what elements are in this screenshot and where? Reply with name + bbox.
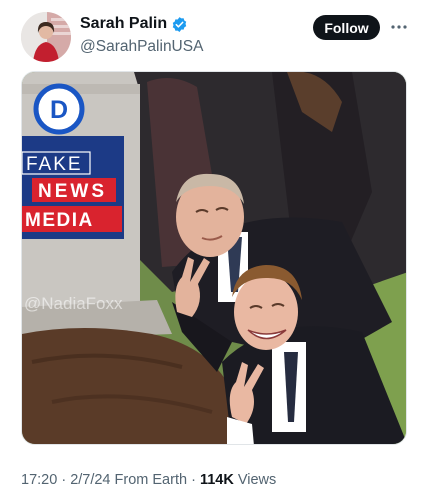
author-avatar[interactable]	[21, 12, 71, 62]
follow-button[interactable]: Follow	[313, 15, 380, 40]
banner-news-text: NEWS	[38, 181, 107, 202]
tweet-source: From Earth	[114, 472, 188, 488]
author-handle[interactable]: @SarahPalinUSA	[80, 38, 203, 56]
image-watermark: @NadiaFoxx	[24, 294, 123, 313]
author-name-row[interactable]: Sarah Palin	[80, 15, 188, 33]
views-label: Views	[237, 472, 277, 488]
tweet-header: Sarah Palin @SarahPalinUSA Follow	[0, 0, 428, 70]
views-count[interactable]: 114K	[200, 472, 238, 488]
logo-letter: D	[50, 96, 68, 124]
author-display-name[interactable]: Sarah Palin	[80, 15, 167, 33]
tweet-time[interactable]: 17:20	[21, 472, 57, 488]
verified-badge-icon	[171, 16, 188, 33]
banner-fake-text: FAKE	[26, 154, 83, 175]
tweet-date[interactable]: 2/7/24	[70, 472, 114, 488]
banner-media-text: MEDIA	[25, 210, 94, 231]
tweet-media-image[interactable]: D FAKE NEWS MEDIA @NadiaFoxx	[21, 71, 407, 445]
meta-separator: ·	[61, 472, 71, 488]
ellipsis-icon[interactable]	[388, 18, 410, 36]
meta-separator: ·	[191, 472, 200, 488]
tweet-meta: 17:20 · 2/7/24 From Earth · 114K Views	[21, 472, 276, 488]
